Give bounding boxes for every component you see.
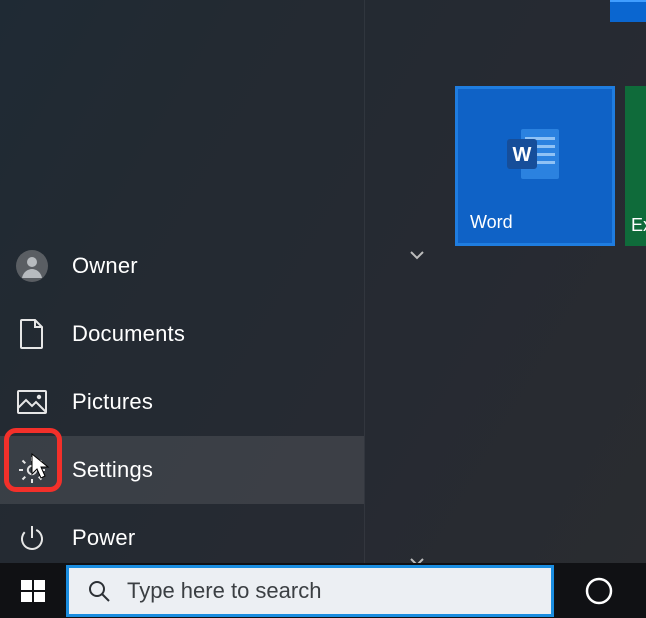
sidebar-item-power[interactable]: Power	[0, 504, 364, 572]
tile-excel-label: Exc	[631, 215, 646, 236]
taskbar-search-box[interactable]: Type here to search	[66, 565, 554, 617]
svg-text:W: W	[513, 144, 532, 166]
start-menu-right-panel	[364, 0, 646, 563]
sidebar-item-label: Owner	[72, 253, 138, 279]
sidebar-item-label: Settings	[72, 457, 153, 483]
sidebar-item-label: Pictures	[72, 389, 153, 415]
windows-logo-icon	[19, 577, 47, 605]
document-icon	[14, 316, 50, 352]
sidebar-item-owner[interactable]: Owner	[0, 232, 364, 300]
sidebar-item-pictures[interactable]: Pictures	[0, 368, 364, 436]
user-avatar-icon	[14, 248, 50, 284]
search-placeholder: Type here to search	[127, 578, 321, 604]
tile-word[interactable]: W Word	[455, 86, 615, 246]
cortana-icon	[584, 576, 614, 606]
sidebar-item-documents[interactable]: Documents	[0, 300, 364, 368]
cortana-button[interactable]	[566, 563, 632, 618]
chevron-down-icon[interactable]	[405, 243, 429, 267]
sidebar-item-label: Power	[72, 525, 135, 551]
gear-icon	[14, 452, 50, 488]
power-icon	[14, 520, 50, 556]
start-tiles: W Word Exc	[455, 86, 646, 246]
tile-excel[interactable]: Exc	[625, 86, 646, 246]
pictures-icon	[14, 384, 50, 420]
taskbar: Type here to search	[0, 563, 646, 618]
partial-button-top-right[interactable]	[610, 0, 646, 22]
tile-word-label: Word	[470, 212, 600, 233]
start-button[interactable]	[0, 563, 66, 618]
word-icon: W	[505, 125, 565, 183]
search-icon	[87, 579, 111, 603]
start-menu-sidebar: Owner Documents Pictures	[0, 232, 364, 572]
sidebar-item-settings[interactable]: Settings	[0, 436, 364, 504]
sidebar-item-label: Documents	[72, 321, 185, 347]
